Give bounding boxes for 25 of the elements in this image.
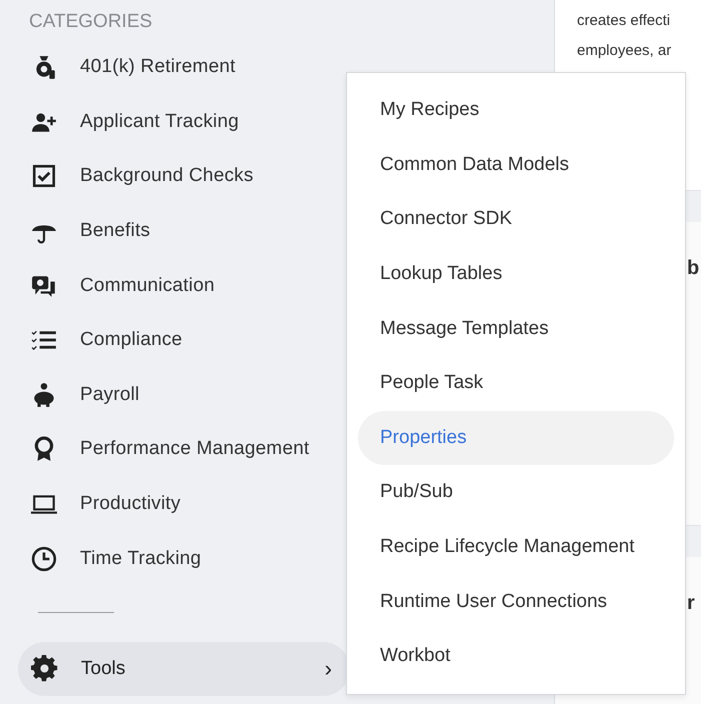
category-link[interactable]: Performance Management [80, 438, 310, 460]
menu-item[interactable]: Message Templates [358, 301, 674, 356]
menu-item[interactable]: Pub/Sub [358, 465, 674, 520]
menu-item[interactable]: Connector SDK [358, 192, 674, 247]
section-heading: CATEGORIES [29, 10, 154, 34]
category-link[interactable]: Benefits [80, 220, 150, 242]
menu-item[interactable]: Recipe Lifecycle Management [358, 520, 674, 574]
category-link[interactable]: Payroll [80, 384, 140, 406]
category-link[interactable]: 401(k) Retirement [80, 56, 236, 78]
card-title: r [687, 592, 695, 614]
menu-item[interactable]: Runtime User Connections [358, 574, 674, 629]
clock-icon [31, 546, 57, 572]
menu-item[interactable]: Workbot [358, 628, 674, 684]
menu-item[interactable]: People Task [358, 356, 674, 411]
category-link[interactable]: Background Checks [80, 165, 254, 188]
category-link[interactable]: Productivity [80, 493, 181, 516]
checkbox-icon [31, 163, 57, 190]
category-link[interactable]: Time Tracking [80, 548, 202, 570]
category-link[interactable]: Communication [80, 274, 215, 297]
category-link[interactable]: Applicant Tracking [80, 110, 239, 133]
category-link[interactable]: Compliance [80, 329, 182, 352]
menu-item[interactable]: Lookup Tables [358, 246, 674, 302]
card-title: b [687, 256, 700, 280]
settings-icon [31, 655, 58, 682]
menu-item[interactable]: Properties [358, 410, 674, 466]
